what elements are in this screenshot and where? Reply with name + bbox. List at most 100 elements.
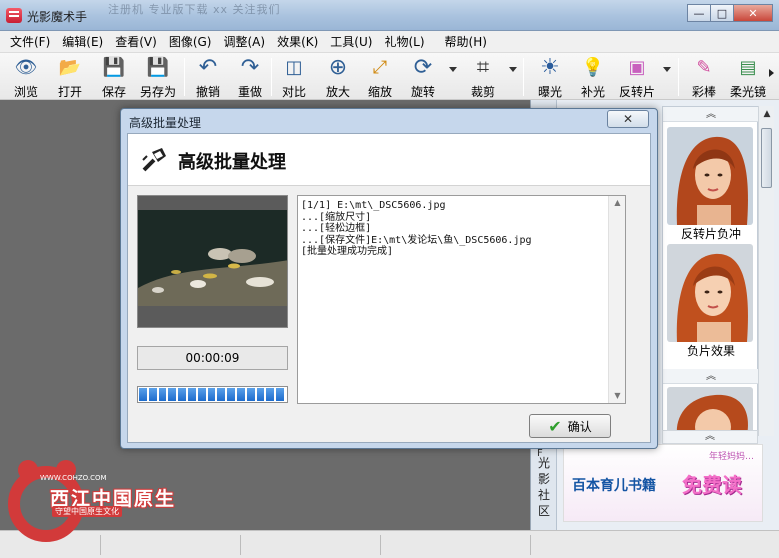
menu-help[interactable]: 帮助(H) <box>439 33 493 50</box>
save-icon: 💾 <box>102 57 126 78</box>
effect-label: 负片效果 <box>686 344 735 358</box>
scroll-up-icon[interactable]: ▲ <box>759 106 775 122</box>
dialog-header: 高级批量处理 <box>128 134 650 186</box>
collapse-up-icon[interactable]: ︽ <box>663 369 759 384</box>
soft-light-icon: ▤ <box>739 57 757 78</box>
status-separator <box>240 535 241 555</box>
close-button[interactable]: ✕ <box>733 4 773 22</box>
dialog-close-button[interactable]: ✕ <box>607 110 649 128</box>
batch-process-dialog: 高级批量处理 ✕ 高级批量处理 00:00:09 [1/1] E:\mt\_DS… <box>120 108 658 449</box>
crop-dropdown-arrow[interactable] <box>509 67 517 72</box>
progress-segment <box>148 388 157 401</box>
collapse-up-icon[interactable]: ︽ <box>663 107 759 122</box>
zoom-in-button[interactable]: ⊕ 放大 <box>318 55 358 100</box>
toolbar-overflow-arrow[interactable] <box>769 69 774 77</box>
color-wand-button[interactable]: ✎ 彩棒 <box>684 55 724 99</box>
maximize-button[interactable]: □ <box>710 4 734 22</box>
soft-light-button[interactable]: ▤ 柔光镜 <box>726 55 770 99</box>
log-line: ...[保存文件]E:\mt\发论坛\鱼\_DSC5606.jpg <box>301 234 532 246</box>
rotate-button[interactable]: ⟳ 旋转 <box>403 55 443 100</box>
progress-segment <box>217 388 226 401</box>
scroll-up-icon[interactable]: ▲ <box>609 196 626 210</box>
menu-file[interactable]: 文件(F) <box>4 33 56 50</box>
status-separator <box>530 535 531 555</box>
checkmark-icon: ✔ <box>548 416 562 436</box>
portrait-thumbnail <box>667 387 753 435</box>
watermark-subtext: 守望中国原生文化 <box>52 506 122 517</box>
progress-segment <box>207 388 216 401</box>
progress-segment <box>266 388 275 401</box>
effects-dropdown-arrow[interactable] <box>663 67 671 72</box>
menu-effects[interactable]: 效果(K) <box>271 33 324 50</box>
effect-thumb-partial[interactable] <box>667 387 753 435</box>
zoom-in-icon: ⊕ <box>328 55 348 80</box>
progress-bar <box>137 386 288 403</box>
log-line: [批量处理成功完成] <box>301 246 394 257</box>
log-line: ...[轻松边框] <box>301 223 372 234</box>
rotate-dropdown-arrow[interactable] <box>449 67 457 72</box>
exposure-button[interactable]: ☀ 曝光 <box>530 55 570 100</box>
undo-icon: ↶ <box>198 55 218 80</box>
dialog-title: 高级批量处理 <box>129 116 202 130</box>
progress-segment <box>168 388 177 401</box>
browse-button[interactable]: 👁 浏览 <box>6 55 46 99</box>
scroll-down-icon[interactable]: ▼ <box>609 389 626 403</box>
menu-tools[interactable]: 工具(U) <box>324 33 378 50</box>
ad-free-text: 免费读 <box>682 473 742 497</box>
open-button[interactable]: 📂 打开 <box>50 55 90 99</box>
title-ghost-links: 注册机 专业版下载 xx 关注我们 <box>108 3 281 16</box>
portrait-thumbnail <box>667 127 753 225</box>
dialog-heading: 高级批量处理 <box>178 152 286 173</box>
toolbar-separator <box>523 58 524 96</box>
progress-segment <box>178 388 186 401</box>
undo-button[interactable]: ↶ 撤销 <box>188 55 228 100</box>
effect-label: 反转片负冲 <box>680 227 741 241</box>
minimize-button[interactable]: — <box>687 4 711 22</box>
save-as-button[interactable]: 💾 另存为 <box>136 55 180 99</box>
progress-segment <box>197 388 206 401</box>
fill-light-button[interactable]: 💡 补光 <box>573 55 613 99</box>
folder-open-icon: 📂 <box>58 57 82 78</box>
compare-button[interactable]: ◫ 对比 <box>274 55 314 99</box>
toolbar: 👁 浏览 📂 打开 💾 保存 💾 另存为 ↶ 撤销 ↷ 重做 ◫ 对比 ⊕ 放大 ⤢ 缩放 ⟳ 旋转… <box>0 53 779 100</box>
ad-banner[interactable]: 年轻妈妈… 百本育儿书籍 免费读 <box>563 444 763 522</box>
menu-view[interactable]: 查看(V) <box>109 33 163 50</box>
color-wand-icon: ✎ <box>696 57 712 78</box>
status-separator <box>380 535 381 555</box>
save-button[interactable]: 💾 保存 <box>94 55 134 99</box>
batch-process-icon <box>142 148 166 172</box>
status-bar <box>0 530 779 558</box>
redo-icon: ↷ <box>240 55 260 80</box>
toolbar-separator <box>678 58 679 96</box>
progress-segment <box>227 388 235 401</box>
log-scrollbar[interactable]: ▲ ▼ <box>608 196 625 403</box>
elapsed-time: 00:00:09 <box>137 346 288 370</box>
progress-segment <box>256 388 265 401</box>
redo-button[interactable]: ↷ 重做 <box>230 55 270 100</box>
reversal-film-button[interactable]: ▣ 反转片 <box>614 55 660 99</box>
menu-bar: 文件(F) 编辑(E) 查看(V) 图像(G) 调整(A) 效果(K) 工具(U… <box>0 31 779 53</box>
effect-thumb-negative[interactable] <box>667 244 753 342</box>
menu-edit[interactable]: 编辑(E) <box>56 33 109 50</box>
thumbnail-scrollbar[interactable]: ▲ <box>758 106 774 436</box>
fill-light-icon: 💡 <box>581 57 605 78</box>
watermark-url: WWW.COHZO.COM <box>40 474 107 482</box>
collapse-up-icon[interactable]: ︽ <box>662 430 758 444</box>
effect-thumb-reversal[interactable] <box>667 127 753 225</box>
progress-segment <box>187 388 196 401</box>
scrollbar-thumb[interactable] <box>761 128 772 188</box>
confirm-button[interactable]: ✔ 确认 <box>529 414 611 438</box>
menu-gifts[interactable]: 礼物(L) <box>378 33 430 50</box>
progress-segment <box>276 388 284 401</box>
crop-button[interactable]: ⌗ 裁剪 <box>463 55 503 100</box>
toolbar-separator <box>184 58 185 96</box>
progress-segment <box>158 388 167 401</box>
menu-adjust[interactable]: 调整(A) <box>217 33 271 50</box>
window-title: 光影魔术手 <box>27 10 88 24</box>
resize-button[interactable]: ⤢ 缩放 <box>360 55 400 99</box>
rotate-icon: ⟳ <box>413 55 433 80</box>
menu-image[interactable]: 图像(G) <box>163 33 218 50</box>
progress-segment <box>246 388 255 401</box>
exposure-icon: ☀ <box>540 55 560 80</box>
community-tab[interactable]: 光影社区 <box>537 455 551 519</box>
